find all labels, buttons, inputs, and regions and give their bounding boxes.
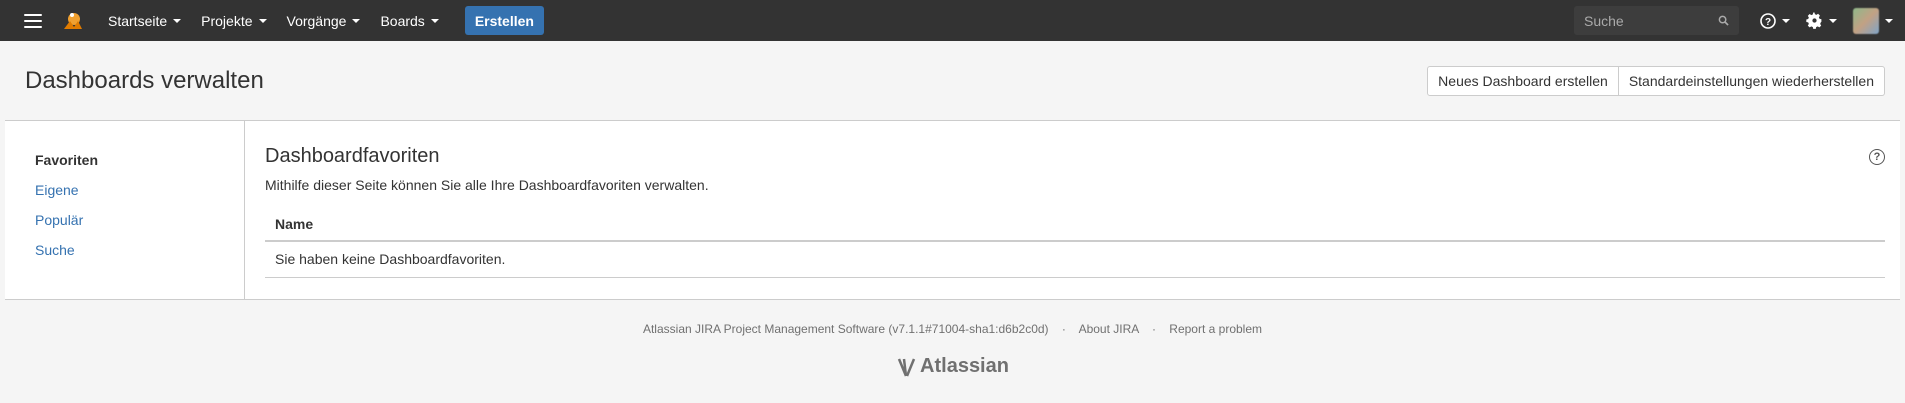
footer-separator: · [1151, 322, 1156, 336]
content-area: Favoriten Eigene Populär Suche Dashboard… [5, 121, 1900, 300]
version-text: Atlassian JIRA Project Management Softwa… [642, 322, 1049, 336]
gear-icon [1806, 12, 1822, 29]
table-header-row: Name [265, 207, 1885, 242]
nav-item-projekte[interactable]: Projekte [201, 12, 267, 29]
avatar [1853, 7, 1879, 34]
section-title: Dashboardfavoriten [265, 145, 440, 167]
header-button-group: Neues Dashboard erstellen Standardeinste… [1427, 65, 1885, 96]
search-icon[interactable] [1718, 15, 1729, 26]
chevron-down-icon [1829, 18, 1837, 23]
chevron-down-icon [173, 18, 182, 23]
help-icon[interactable]: ? [1869, 149, 1885, 165]
dashboard-table: Name Sie haben keine Dashboardfavoriten. [265, 207, 1885, 278]
top-navigation-bar: Startseite Projekte Vorgänge Boards Erst… [0, 0, 1905, 41]
nav-item-label: Vorgänge [286, 12, 347, 29]
sidebar: Favoriten Eigene Populär Suche [5, 121, 245, 299]
user-profile-button[interactable] [1853, 7, 1893, 34]
page-header: Dashboards verwalten Neues Dashboard ers… [5, 41, 1900, 121]
chevron-down-icon [352, 18, 361, 23]
svg-text:?: ? [1765, 17, 1771, 28]
footer: Atlassian JIRA Project Management Softwa… [0, 300, 1905, 378]
search-input[interactable] [1584, 12, 1718, 29]
sidebar-item-populaer[interactable]: Populär [35, 205, 244, 235]
footer-links: Atlassian JIRA Project Management Softwa… [0, 322, 1905, 336]
footer-separator: · [1061, 322, 1066, 336]
restore-defaults-button[interactable]: Standardeinstellungen wiederherstellen [1618, 65, 1885, 96]
search-box[interactable] [1574, 6, 1739, 35]
atlassian-logo-text: Atlassian [920, 355, 1009, 377]
chevron-down-icon [1885, 18, 1893, 23]
create-button[interactable]: Erstellen [464, 6, 544, 35]
help-menu-button[interactable]: ? [1760, 12, 1790, 29]
empty-message: Sie haben keine Dashboardfavoriten. [265, 241, 1885, 278]
section-description: Mithilfe dieser Seite können Sie alle Ih… [265, 177, 709, 193]
nav-item-label: Boards [380, 12, 425, 29]
report-problem-link[interactable]: Report a problem [1169, 322, 1262, 336]
nav-item-label: Projekte [201, 12, 253, 29]
chevron-down-icon [430, 18, 439, 23]
sidebar-item-suche[interactable]: Suche [35, 235, 244, 265]
table-row: Sie haben keine Dashboardfavoriten. [265, 241, 1885, 278]
settings-menu-button[interactable] [1806, 12, 1837, 29]
chevron-down-icon [1782, 18, 1790, 23]
jira-logo-icon[interactable] [60, 9, 84, 33]
menu-icon[interactable] [24, 13, 42, 28]
nav-item-startseite[interactable]: Startseite [108, 12, 182, 29]
sidebar-item-favoriten[interactable]: Favoriten [35, 145, 244, 175]
nav-item-vorgaenge[interactable]: Vorgänge [287, 13, 361, 29]
page-title: Dashboards verwalten [25, 66, 264, 94]
sidebar-item-eigene[interactable]: Eigene [35, 175, 244, 205]
nav-item-label: Startseite [108, 12, 168, 29]
main-panel: Dashboardfavoriten ? Mithilfe dieser Sei… [245, 121, 1900, 299]
help-icon: ? [1760, 12, 1776, 29]
atlassian-logo-icon [897, 358, 916, 376]
column-header-name[interactable]: Name [265, 207, 1885, 242]
about-jira-link[interactable]: About JIRA [1079, 322, 1139, 336]
nav-item-boards[interactable]: Boards [380, 12, 439, 29]
atlassian-logo[interactable]: Atlassian [0, 355, 1905, 378]
chevron-down-icon [258, 18, 267, 23]
new-dashboard-button[interactable]: Neues Dashboard erstellen [1427, 65, 1619, 96]
